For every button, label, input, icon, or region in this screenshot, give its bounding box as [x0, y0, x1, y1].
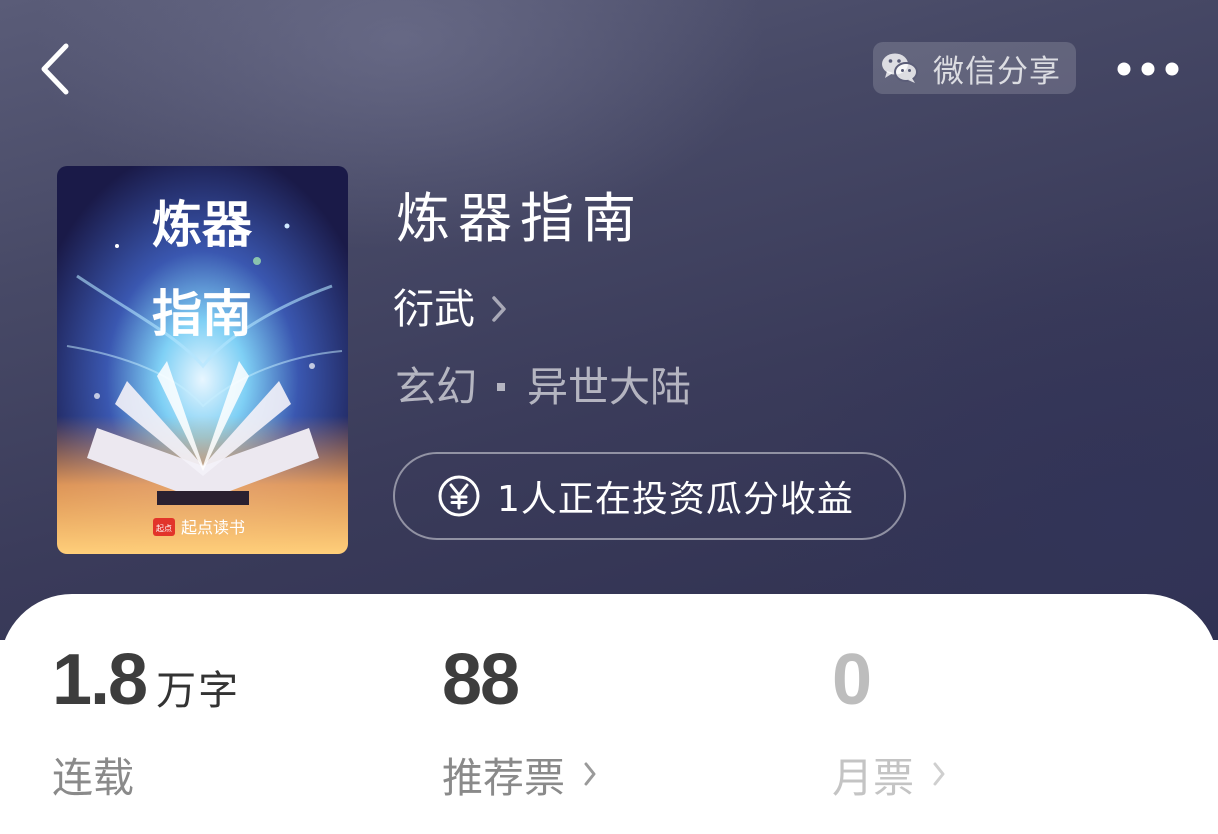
invest-label: 1人正在投资瓜分收益: [497, 479, 854, 520]
word-count-caption: 连载: [52, 744, 240, 804]
chevron-right-icon: [933, 762, 945, 786]
monthly-value-row: 0: [832, 640, 946, 720]
separator-dot: [497, 383, 505, 391]
recommend-value-row: 88: [442, 640, 597, 720]
more-options-button[interactable]: [1112, 54, 1184, 84]
stat-monthly-tickets[interactable]: 0 月票: [832, 640, 946, 804]
author-name: 衍武: [393, 285, 475, 333]
stat-recommend-tickets[interactable]: 88 推荐票: [442, 640, 597, 804]
word-count-value: 1.8: [52, 640, 148, 720]
serial-status-label: 连载: [52, 754, 134, 802]
chevron-right-icon: [492, 296, 506, 322]
stats-card: 1.8 万字 连载 88 推荐票 0 月票: [0, 594, 1218, 834]
monthly-caption: 月票: [832, 744, 946, 804]
wechat-share-button[interactable]: 微信分享: [873, 42, 1076, 94]
recommend-caption: 推荐票: [442, 744, 597, 804]
monthly-label: 月票: [832, 754, 914, 802]
stat-word-count: 1.8 万字 连载: [52, 640, 240, 804]
book-cover-image: 炼器 指南 起点 起点读书: [57, 166, 348, 554]
book-title: 炼器指南: [396, 187, 644, 250]
back-button[interactable]: [36, 40, 76, 98]
chevron-left-icon: [41, 43, 69, 95]
book-cover[interactable]: 炼器 指南 起点 起点读书: [57, 166, 348, 554]
cover-publisher: 起点读书: [181, 518, 245, 537]
more-dots-icon: [1117, 62, 1179, 76]
monthly-value: 0: [832, 640, 872, 720]
invest-button[interactable]: 1人正在投资瓜分收益: [393, 452, 906, 540]
publisher-logo-text: 起点: [156, 524, 172, 533]
cover-title-line1: 炼器: [152, 195, 253, 254]
recommend-value: 88: [442, 640, 520, 720]
wechat-share-label: 微信分享: [933, 53, 1061, 90]
cover-title-line2: 指南: [152, 284, 252, 343]
genre-subcategory: 异世大陆: [527, 363, 691, 411]
book-genre: 玄幻 异世大陆: [395, 361, 691, 413]
recommend-label: 推荐票: [442, 754, 565, 802]
wechat-icon: [882, 53, 918, 83]
chevron-right-icon: [584, 762, 596, 786]
genre-category: 玄幻: [395, 363, 477, 411]
yen-circle-icon: [438, 475, 480, 517]
word-count-unit: 万字: [156, 668, 241, 714]
word-count-value-row: 1.8 万字: [52, 640, 240, 720]
author-link[interactable]: 衍武: [393, 283, 507, 335]
